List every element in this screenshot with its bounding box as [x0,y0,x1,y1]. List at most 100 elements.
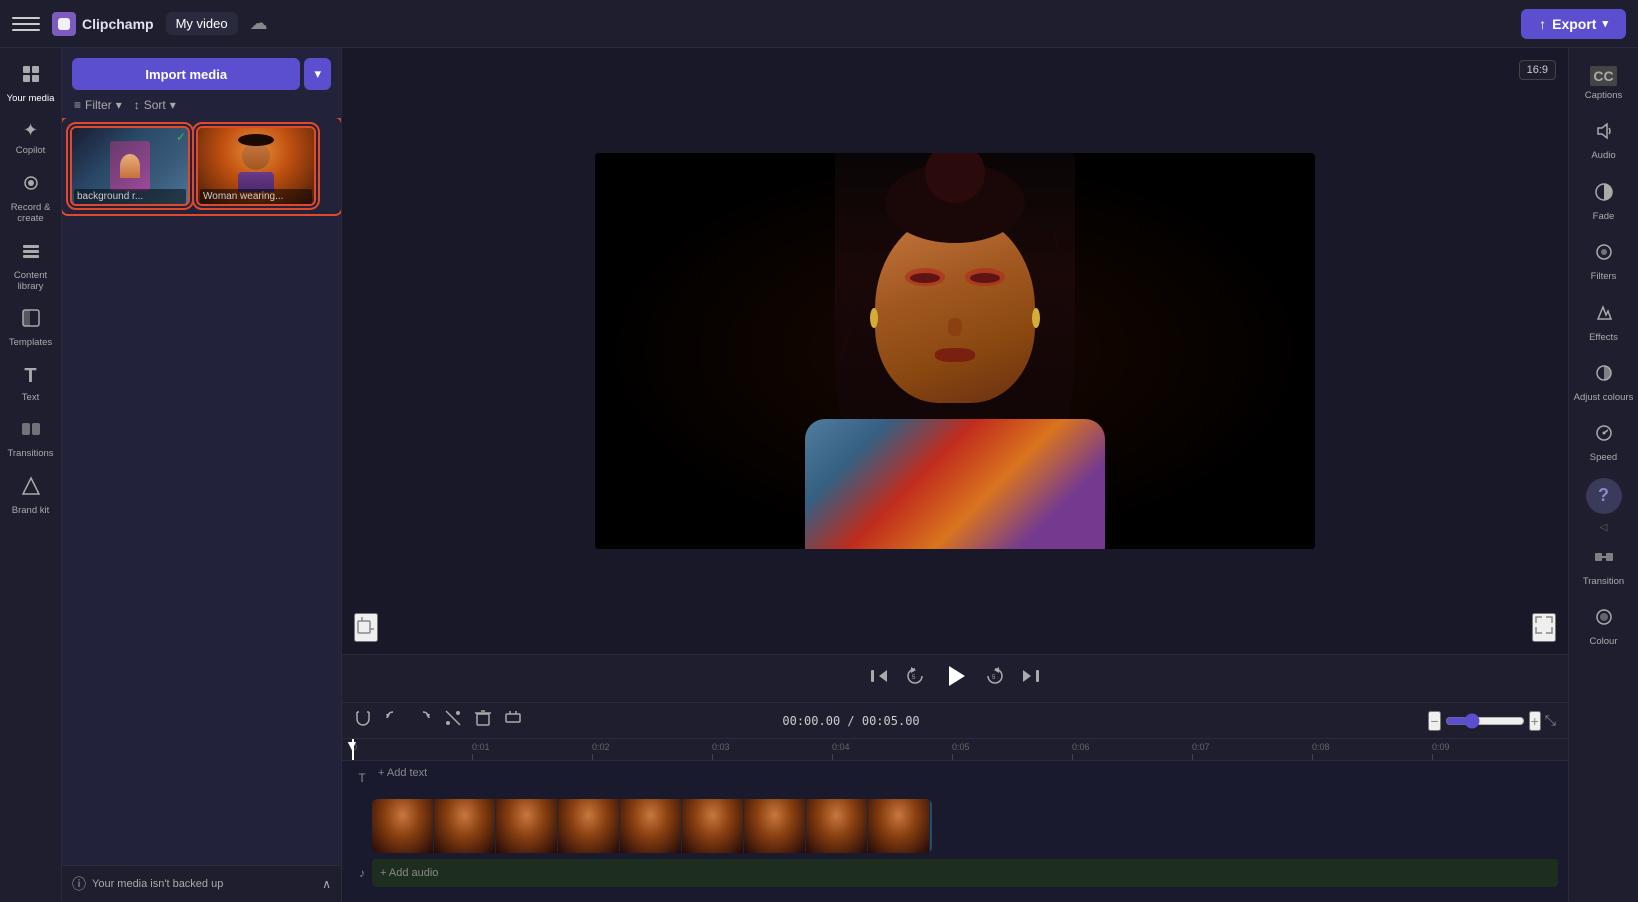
fit-timeline-button[interactable]: ⤡ [1545,712,1556,729]
sidebar-item-content-library[interactable]: Content library [0,233,61,301]
playhead[interactable] [352,739,354,760]
sort-button[interactable]: ↕ Sort ▾ [134,98,176,112]
sidebar-item-copilot[interactable]: ✦ Copilot [0,112,61,164]
media-label-bg: background r... [74,189,186,204]
zoom-in-button[interactable]: + [1529,711,1541,731]
effects-icon [1594,303,1614,328]
filmstrip-frame-7 [744,799,806,853]
right-panel-filters[interactable]: Filters [1569,232,1638,292]
sidebar-item-record-create[interactable]: Record & create [0,165,61,233]
delete-button[interactable] [474,709,492,732]
ruler-tick-7: 0:07 [1192,742,1210,760]
export-button[interactable]: ↑ Export ▾ [1521,9,1626,39]
ruler-tick-5: 0:05 [952,742,970,760]
media-check-bg: ✓ [176,130,186,144]
backup-icon: ⓘ [72,874,86,894]
backup-chevron-icon: ∧ [322,877,331,891]
playback-controls: 5 5 [342,654,1568,702]
right-panel-colour[interactable]: Colour [1569,597,1638,657]
speed-label: Speed [1590,452,1617,463]
right-panel-effects[interactable]: Effects [1569,293,1638,353]
export-icon: ↑ [1539,16,1546,32]
undo-button[interactable] [384,709,402,732]
right-panel-transition[interactable]: Transition [1569,537,1638,597]
audio-track-body[interactable]: + Add audio [372,859,1558,887]
sidebar-item-brand-kit[interactable]: Brand kit [0,468,61,524]
help-button[interactable]: ? [1586,478,1622,514]
colour-label: Colour [1590,636,1618,647]
ruler-tick-4: 0:04 [832,742,850,760]
center-area: 16:9 [342,48,1568,902]
captions-label: Captions [1585,90,1623,101]
more-tool-button[interactable] [504,709,522,732]
timeline-zoom-controls: − + ⤡ [1428,711,1556,731]
collapse-button[interactable]: ◁ [1596,518,1612,537]
import-media-button[interactable]: Import media [72,58,300,90]
right-panel-audio[interactable]: Audio [1569,111,1638,171]
svg-text:5: 5 [992,675,996,681]
sidebar-item-transitions[interactable]: Transitions [0,411,61,467]
sidebar-label-your-media: Your media [7,93,55,104]
skip-back-button[interactable] [869,666,889,691]
add-audio-button[interactable]: + Add audio [380,867,438,879]
filmstrip-frame-4 [558,799,620,853]
text-track-body: + Add text [372,765,1558,791]
filter-chevron-icon: ▾ [116,98,122,112]
video-filmstrip[interactable] [372,799,932,853]
video-track [352,799,1558,853]
ruler-tick-1: 0:01 [472,742,490,760]
filters-icon [1594,242,1614,267]
media-item-background[interactable]: ✓ background r... [70,126,190,206]
fullscreen-button[interactable] [1532,613,1556,642]
text-icon: T [24,365,36,388]
media-backup-notice[interactable]: ⓘ Your media isn't backed up ∧ [62,865,341,902]
transitions-icon [21,419,41,444]
sidebar-label-content-library: Content library [4,270,57,293]
templates-icon [21,308,41,333]
redo-button[interactable] [414,709,432,732]
media-panel: Import media ▾ ≡ Filter ▾ ↕ Sort ▾ [62,48,342,902]
timeline-toolbar: 00:00.00 / 00:05.00 − + ⤡ [342,703,1568,739]
media-item-woman[interactable]: Woman wearing... [196,126,316,206]
filmstrip-frame-3 [496,799,558,853]
media-label-woman: Woman wearing... [200,189,312,204]
right-panel-captions[interactable]: CC Captions [1569,56,1638,111]
left-sidebar: Your media ✦ Copilot Record & create Con… [0,48,62,902]
cloud-icon[interactable]: ☁ [250,13,268,34]
import-button-row: Import media ▾ [72,58,331,90]
cut-button[interactable] [444,709,462,732]
crop-button[interactable] [354,613,378,642]
skip-forward-button[interactable] [1021,666,1041,691]
audio-track-label: ♪ [352,866,372,880]
magnet-tool-button[interactable] [354,709,372,732]
import-dropdown-button[interactable]: ▾ [304,58,331,90]
forward-5-button[interactable]: 5 [985,666,1005,691]
video-title[interactable]: My video [166,12,238,35]
rewind-5-button[interactable]: 5 [905,666,925,691]
topbar: Clipchamp My video ☁ ↑ Export ▾ [0,0,1638,48]
sidebar-label-templates: Templates [9,337,52,348]
media-panel-header: Import media ▾ ≡ Filter ▾ ↕ Sort ▾ [62,48,341,118]
ruler-tick-6: 0:06 [1072,742,1090,760]
filmstrip-frame-5 [620,799,682,853]
aspect-ratio-badge[interactable]: 16:9 [1519,60,1556,80]
add-text-button[interactable]: + Add text [372,765,433,781]
right-panel-speed[interactable]: Speed [1569,413,1638,473]
sidebar-item-text[interactable]: T Text [0,357,61,411]
fade-label: Fade [1593,211,1615,222]
adjust-colours-label: Adjust colours [1574,392,1634,403]
filter-sort-row: ≡ Filter ▾ ↕ Sort ▾ [72,98,331,112]
add-text-label: + Add text [378,767,427,779]
brand-kit-icon [21,476,41,501]
sidebar-item-your-media[interactable]: Your media [0,56,61,112]
right-panel-fade[interactable]: Fade [1569,172,1638,232]
play-button[interactable] [941,662,969,696]
audio-icon [1594,121,1614,146]
sidebar-item-templates[interactable]: Templates [0,300,61,356]
hamburger-menu[interactable] [12,10,40,38]
preview-area: 16:9 [342,48,1568,702]
zoom-out-button[interactable]: − [1428,711,1440,731]
zoom-slider[interactable] [1445,713,1525,729]
filter-button[interactable]: ≡ Filter ▾ [74,98,122,112]
right-panel-adjust-colours[interactable]: Adjust colours [1569,353,1638,413]
